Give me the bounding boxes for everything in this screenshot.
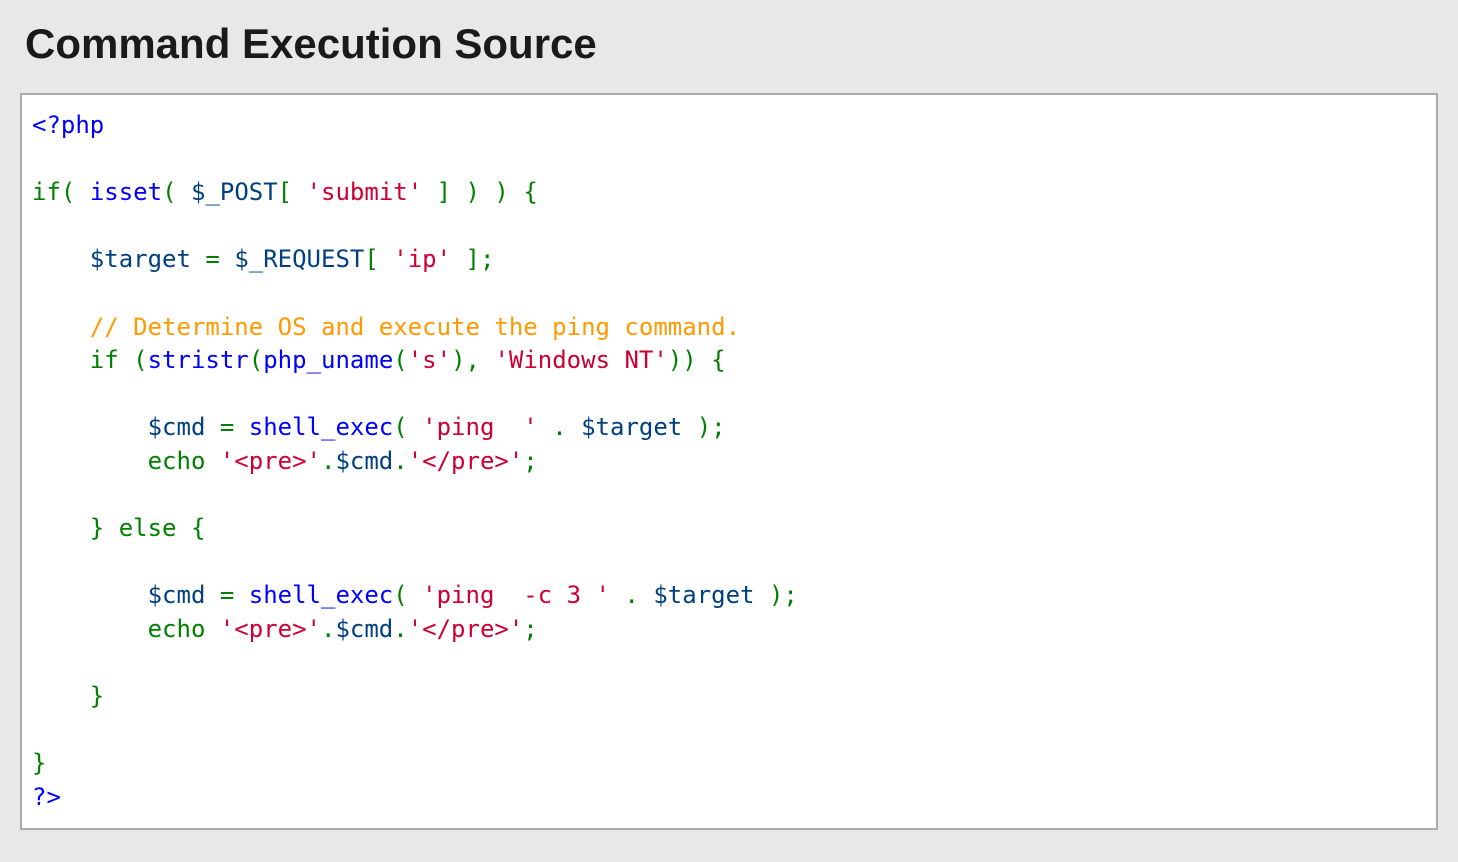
code-token: ( xyxy=(249,346,263,374)
code-token xyxy=(119,346,133,374)
code-token: ); xyxy=(755,581,798,609)
code-token: ( xyxy=(162,178,191,206)
code-token: 's' xyxy=(408,346,451,374)
code-token: $target xyxy=(653,581,754,609)
code-token: stristr xyxy=(148,346,249,374)
code-token: )) { xyxy=(668,346,726,374)
code-token: shell_exec xyxy=(249,413,394,441)
code-token: <?php xyxy=(32,111,104,139)
code-token: $_REQUEST xyxy=(234,245,364,273)
code-token: . xyxy=(393,615,407,643)
code-token: 'ping ' xyxy=(422,413,538,441)
code-token: $cmd xyxy=(335,447,393,475)
code-token: ( xyxy=(133,346,147,374)
code-token xyxy=(205,447,219,475)
code-token: 'ping -c 3 ' xyxy=(422,581,610,609)
code-token: } xyxy=(90,682,104,710)
code-token: $_POST xyxy=(191,178,278,206)
code-token: [ xyxy=(278,178,307,206)
code-token: ), xyxy=(451,346,494,374)
code-token: ] ) ) { xyxy=(422,178,538,206)
code-token: 'Windows NT' xyxy=(494,346,667,374)
code-token: echo xyxy=(148,447,206,475)
code-token: . xyxy=(321,447,335,475)
code-token: = xyxy=(205,413,248,441)
source-code-block: <?php if( isset( $_POST[ 'submit' ] ) ) … xyxy=(20,93,1438,830)
code-token: // Determine OS and execute the ping com… xyxy=(90,313,740,341)
code-token: $cmd xyxy=(335,615,393,643)
code-token: . xyxy=(321,615,335,643)
code-token: = xyxy=(191,245,234,273)
code-token: echo xyxy=(148,615,206,643)
code-token: [ xyxy=(364,245,393,273)
code-token: = xyxy=(205,581,248,609)
code-token: ); xyxy=(682,413,725,441)
code-token: '<pre>' xyxy=(220,615,321,643)
code-token: '</pre>' xyxy=(408,447,524,475)
code-token: ( xyxy=(393,413,422,441)
code-token: '</pre>' xyxy=(408,615,524,643)
code-token: ( xyxy=(393,581,422,609)
code-token: php_uname xyxy=(263,346,393,374)
code-token: '<pre>' xyxy=(220,447,321,475)
code-token: if xyxy=(32,178,61,206)
code-token: ]; xyxy=(451,245,494,273)
code-token xyxy=(205,615,219,643)
code-token: $target xyxy=(90,245,191,273)
code-token: $cmd xyxy=(148,413,206,441)
code-token: } xyxy=(90,514,104,542)
code-token: if xyxy=(90,346,119,374)
code-token: ; xyxy=(523,447,537,475)
code-token: 'submit' xyxy=(307,178,423,206)
code-token: 'ip' xyxy=(393,245,451,273)
code-token: { xyxy=(191,514,205,542)
page-title: Command Execution Source xyxy=(25,20,1438,68)
code-token: . xyxy=(610,581,653,609)
code-token xyxy=(177,514,191,542)
code-token: ?> xyxy=(32,783,61,811)
code-token: } xyxy=(32,749,46,777)
code-token: ; xyxy=(523,615,537,643)
code-token xyxy=(104,514,118,542)
code-token: $cmd xyxy=(148,581,206,609)
code-token: . xyxy=(393,447,407,475)
code-token: ( xyxy=(61,178,90,206)
code-token: ( xyxy=(393,346,407,374)
code-token: shell_exec xyxy=(249,581,394,609)
code-token: else xyxy=(119,514,177,542)
code-token: . xyxy=(538,413,581,441)
code-token: $target xyxy=(581,413,682,441)
code-token: isset xyxy=(90,178,162,206)
